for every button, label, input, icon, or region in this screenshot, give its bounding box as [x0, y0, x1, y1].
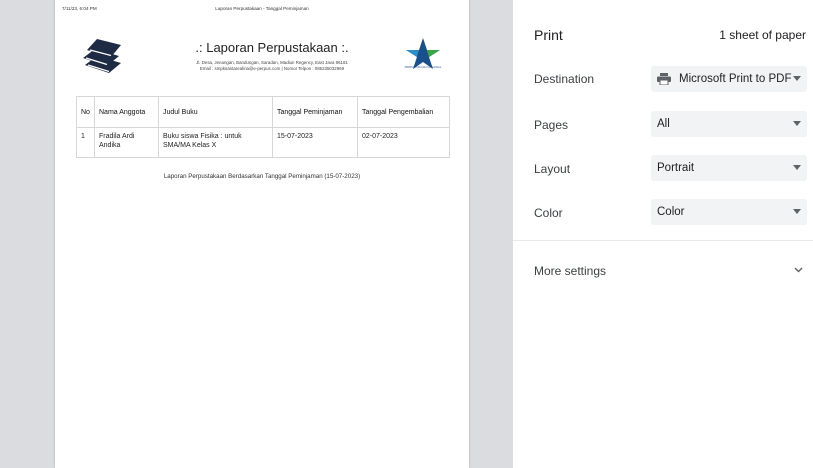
chevron-down-icon[interactable]	[794, 267, 803, 273]
chevron-down-icon	[793, 121, 801, 126]
col-header-no: No	[76, 96, 95, 128]
pages-label: Pages	[534, 118, 569, 132]
print-preview-area: 7/11/23, 6:04 PM Laporan Perpustakaan - …	[0, 0, 513, 468]
destination-value: Microsoft Print to PDF	[679, 73, 792, 85]
col-header-judul: Judul Buku	[158, 96, 273, 128]
layout-label: Layout	[534, 162, 571, 176]
pages-value: All	[657, 118, 670, 130]
report-title: .: Laporan Perpustakaan :.	[195, 40, 349, 55]
color-select[interactable]: Color	[651, 199, 807, 225]
more-settings-toggle[interactable]: More settings	[534, 264, 606, 278]
library-logo	[406, 38, 440, 69]
sheet-count: 1 sheet of paper	[719, 28, 806, 42]
chevron-down-icon	[793, 209, 801, 214]
color-value: Color	[657, 206, 685, 218]
loan-table: No Nama Anggota Judul Buku Tanggal Pemin…	[76, 96, 450, 158]
printer-icon	[657, 73, 671, 85]
cell-tgl-kembali: 02-07-2023	[357, 127, 450, 158]
print-title: Print	[534, 27, 563, 43]
cell-nama: Fradila Ardi Andika	[94, 127, 159, 158]
chevron-down-icon	[793, 165, 801, 170]
table-header-row: No Nama Anggota Judul Buku Tanggal Pemin…	[76, 96, 450, 128]
pages-select[interactable]: All	[651, 111, 807, 137]
print-settings-panel: Print 1 sheet of paper Destination Micro…	[513, 0, 813, 468]
preview-page: 7/11/23, 6:04 PM Laporan Perpustakaan - …	[55, 0, 469, 468]
cell-tgl-pinjam: 15-07-2023	[272, 127, 358, 158]
col-header-tgl-kembali: Tanggal Pengembalian	[357, 96, 450, 128]
cell-no: 1	[76, 127, 95, 158]
report-address: Jl. Desa, Jenangan, Bandungan, Saradan, …	[135, 60, 409, 72]
color-label: Color	[534, 206, 563, 220]
layout-select[interactable]: Portrait	[651, 155, 807, 181]
contact-line: Email : smpksantarealina@e-perpus.com | …	[199, 66, 345, 71]
destination-label: Destination	[534, 72, 595, 86]
report-caption: Laporan Perpustakaan Berdasarkan Tanggal…	[163, 173, 361, 180]
col-header-tgl-pinjam: Tanggal Peminjaman	[272, 96, 358, 128]
col-header-nama: Nama Anggota	[94, 96, 159, 128]
page-header-title: Laporan Perpustakaan - Tanggal Peminjama…	[215, 6, 309, 11]
destination-select[interactable]: Microsoft Print to PDF	[651, 66, 807, 92]
books-icon	[83, 39, 121, 73]
table-row: 1 Fradila Ardi Andika Buku siswa Fisika …	[76, 127, 450, 158]
library-logo-text: PERPUSTAKAAN NASIONAL	[404, 66, 442, 69]
cell-judul: Buku siswa Fisika : untuk SMA/MA Kelas X	[158, 127, 273, 158]
layout-value: Portrait	[657, 162, 695, 174]
settings-divider	[513, 240, 813, 241]
chevron-down-icon	[793, 76, 801, 81]
